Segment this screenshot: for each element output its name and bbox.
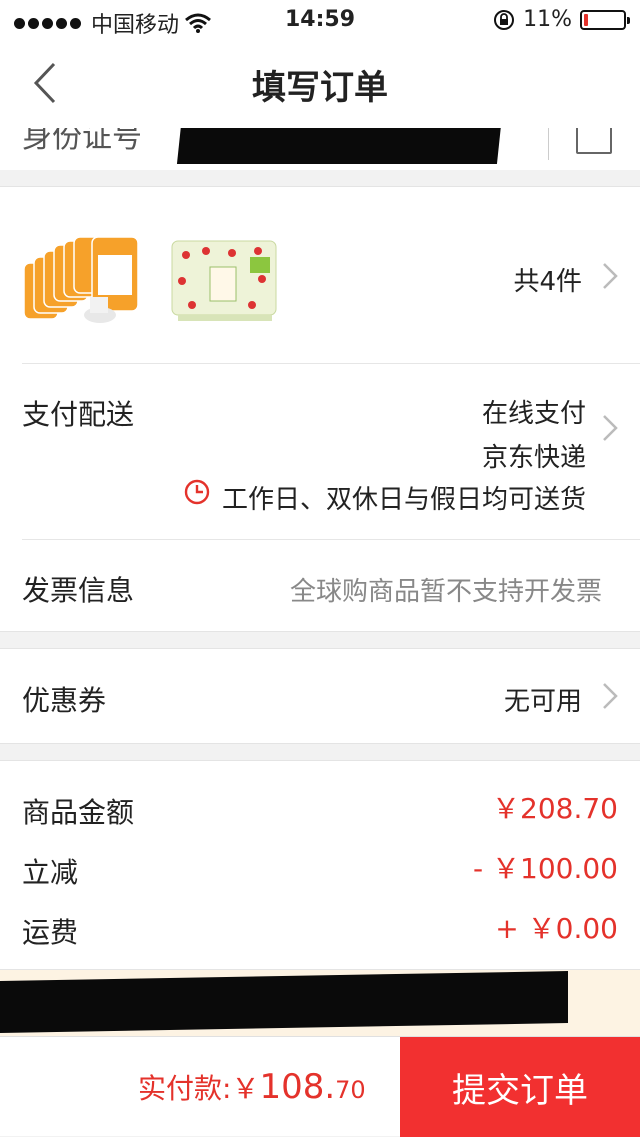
chevron-right-icon[interactable] — [600, 413, 620, 443]
battery-icon — [580, 9, 630, 30]
pay-label: 实付款: — [138, 1072, 232, 1105]
sanitary-pad-product-image — [171, 240, 277, 321]
status-bar: 中国移动 14:59 11% — [0, 0, 640, 40]
chevron-right-icon[interactable] — [600, 681, 620, 711]
address-banner: 9层 — [0, 970, 640, 1036]
delivery-note: 工作日、双休日与假日均可送货 — [221, 485, 586, 515]
pay-decimal: 70 — [335, 1076, 366, 1104]
total-payable: 实付款:￥108.70 — [138, 1067, 366, 1107]
divider — [22, 363, 640, 364]
summary-label: 立减 — [22, 856, 79, 889]
coupon-label: 优惠券 — [22, 684, 107, 717]
edit-icon[interactable] — [576, 128, 612, 154]
nav-bar: 填写订单 — [0, 40, 640, 128]
goods-count: 共4件 — [513, 267, 582, 297]
orientation-lock-icon — [494, 9, 515, 30]
summary-value: + ￥0.00 — [495, 912, 618, 945]
summary-label: 商品金额 — [22, 796, 135, 829]
summary-value: - ￥100.00 — [473, 852, 618, 885]
summary-value: ￥208.70 — [492, 792, 618, 825]
submit-order-button[interactable]: 提交订单 — [400, 1037, 640, 1137]
courier-name[interactable]: 京东快递 — [400, 437, 586, 474]
summary-label: 运费 — [22, 916, 79, 949]
page-title: 填写订单 — [252, 68, 388, 108]
clock-icon — [184, 479, 210, 505]
pay-currency: ￥ — [231, 1072, 260, 1105]
payment-delivery-label: 支付配送 — [22, 398, 135, 431]
coupon-row[interactable]: 优惠券 无可用 — [0, 648, 640, 744]
checkout-footer: 实付款:￥108.70 提交订单 — [0, 1036, 640, 1137]
divider — [548, 128, 549, 160]
coupon-value: 无可用 — [503, 687, 582, 717]
face-mask-product-image — [23, 236, 139, 323]
divider — [22, 539, 640, 540]
id-number-row[interactable]: 身份证号 — [0, 128, 640, 170]
payment-method[interactable]: 在线支付 — [400, 393, 586, 430]
chevron-right-icon[interactable] — [600, 261, 620, 291]
redacted-address — [0, 971, 568, 1033]
price-summary: 商品金额 ￥208.70 立减 - ￥100.00 运费 + ￥0.00 — [0, 760, 640, 970]
order-card: 共4件 支付配送 在线支付 京东快递 工作日、双休日与假日均可送货 发票信息 全… — [0, 186, 640, 632]
pay-integer: 108. — [259, 1067, 336, 1107]
redacted-id-value — [176, 128, 504, 164]
battery-percent: 11% — [523, 7, 572, 32]
id-number-label: 身份证号 — [22, 128, 142, 155]
invoice-label: 发票信息 — [22, 574, 135, 607]
invoice-value: 全球购商品暂不支持开发票 — [289, 577, 602, 607]
goods-thumbnails[interactable] — [22, 235, 282, 327]
